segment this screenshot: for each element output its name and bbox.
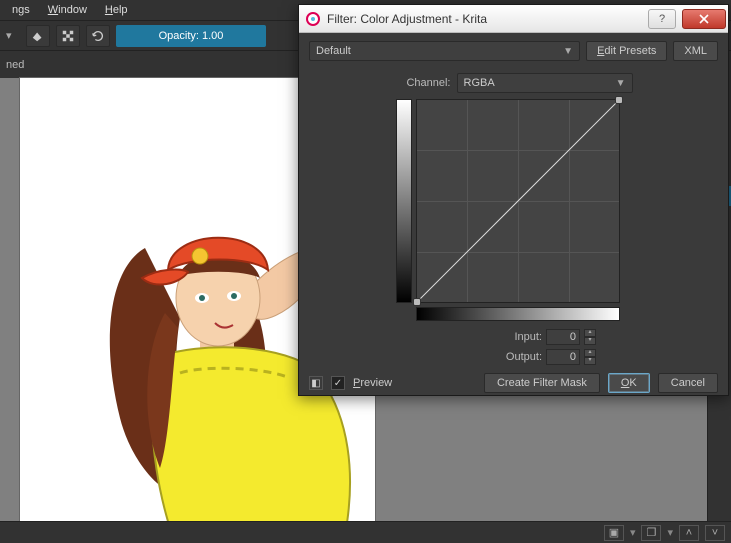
input-label: Input: [498,331,542,343]
tab-title: ned [6,59,24,71]
preset-select[interactable]: Default ▼ [309,41,580,61]
preset-value: Default [316,45,351,57]
dialog-close-button[interactable] [682,9,726,29]
reload-button[interactable] [86,25,110,47]
chevron-down-icon: ▼ [563,46,573,57]
dialog-help-button[interactable]: ? [648,9,676,29]
vertical-gradient [396,99,412,303]
curve-handle[interactable] [413,298,421,306]
chevron-down-icon: ▼ [616,78,626,89]
output-label: Output: [498,351,542,363]
status-chev: ▾ [630,526,636,539]
cancel-button[interactable]: Cancel [658,373,718,393]
curves-widget [396,99,632,321]
dialog-titlebar[interactable]: Filter: Color Adjustment - Krita ? [299,5,728,33]
horizontal-gradient [416,307,620,321]
toolbar-chevron-icon: ▾ [6,29,20,42]
edit-presets-button[interactable]: Edit Presets [586,41,667,61]
channel-label: Channel: [395,77,451,89]
histogram-toggle[interactable]: ◧ [309,376,323,390]
color-adjustment-dialog: Filter: Color Adjustment - Krita ? Defau… [298,4,729,396]
preview-label: Preview [353,377,392,389]
dialog-title: Filter: Color Adjustment - Krita [327,12,642,26]
status-chev: ▾ [667,526,673,539]
curve-handle[interactable] [615,96,623,104]
app-icon [305,11,321,27]
pattern-button[interactable] [56,25,80,47]
status-up-icon[interactable]: ˄ [679,525,699,541]
channel-select[interactable]: RGBA ▼ [457,73,633,93]
input-stepper[interactable]: ▴▾ [584,329,596,345]
menu-help[interactable]: Help [97,2,136,18]
create-filter-mask-button[interactable]: Create Filter Mask [484,373,600,393]
ok-button[interactable]: OK [608,373,650,393]
menu-window[interactable]: Window [40,2,95,18]
status-add-icon[interactable]: ▣ [604,525,624,541]
curve-editor[interactable] [416,99,620,303]
preview-checkbox[interactable]: ✓ [331,376,345,390]
xml-button[interactable]: XML [673,41,718,61]
output-field[interactable] [546,349,580,365]
channel-value: RGBA [464,77,495,89]
status-duplicate-icon[interactable]: ❐ [641,525,661,541]
opacity-slider[interactable]: Opacity: 1.00 [116,25,266,47]
status-bar: ▣ ▾ ❐ ▾ ˄ ˅ [0,521,731,543]
fill-button[interactable] [26,25,50,47]
menu-settings[interactable]: ngs [4,2,38,18]
output-stepper[interactable]: ▴▾ [584,349,596,365]
tab-document[interactable]: ned [6,59,24,71]
input-field[interactable] [546,329,580,345]
status-down-icon[interactable]: ˅ [705,525,725,541]
